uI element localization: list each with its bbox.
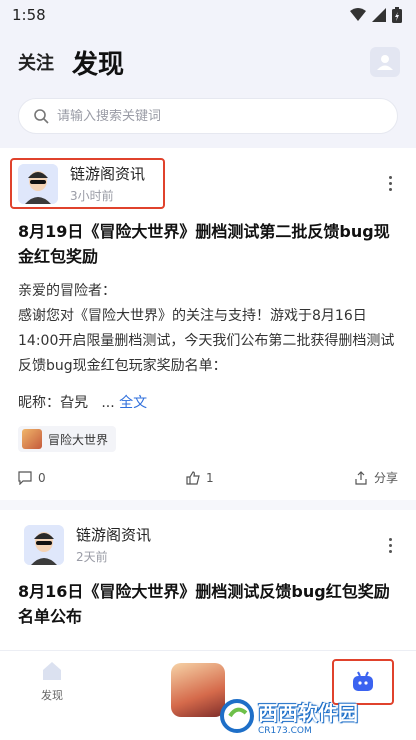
author-info[interactable]: 链游阁资讯 2天前	[18, 520, 157, 569]
user-icon	[377, 55, 393, 70]
nav-discover-label: 发现	[41, 689, 63, 702]
like-count: 1	[205, 470, 214, 485]
feed: 链游阁资讯 3小时前 8月19日《冒险大世界》删档测试第二批反馈bug现金红包奖…	[0, 148, 416, 643]
game-thumbnail	[22, 429, 42, 449]
ellipsis: ...	[101, 395, 115, 411]
game-cover-image	[171, 663, 225, 717]
nickname-value: 旮旯	[60, 395, 88, 411]
tab-follow[interactable]: 关注	[18, 49, 54, 75]
search-box[interactable]	[18, 98, 398, 134]
search-input[interactable]	[57, 108, 383, 124]
author-avatar[interactable]	[24, 524, 64, 565]
comment-button[interactable]: 0	[18, 471, 46, 485]
post-time: 2天前	[76, 550, 108, 564]
game-tag-label: 冒险大世界	[48, 432, 109, 447]
post-body-line: 感谢您对《冒险大世界》的关注与支持！游戏于8月16日14:00开启限量删档测试，…	[18, 308, 395, 374]
comment-icon	[18, 470, 32, 485]
fulltext-link[interactable]: 全文	[119, 395, 147, 411]
search-area	[0, 94, 416, 148]
wifi-icon	[350, 8, 366, 21]
author-info[interactable]: 链游阁资讯 3小时前	[10, 158, 166, 209]
watermark: 西西软件园 CR173.COM	[220, 696, 410, 736]
post-title[interactable]: 8月19日《冒险大世界》删档测试第二批反馈bug现金红包奖励	[18, 219, 398, 269]
author-meta: 链游阁资讯 2天前	[76, 524, 151, 565]
watermark-sub: CR173.COM	[258, 725, 312, 736]
share-label: 分享	[373, 471, 398, 485]
author-name[interactable]: 链游阁资讯	[76, 524, 151, 545]
status-time: 1:58	[12, 6, 46, 24]
share-icon	[355, 470, 367, 485]
post-card[interactable]: 链游阁资讯 3小时前 8月19日《冒险大世界》删档测试第二批反馈bug现金红包奖…	[0, 148, 416, 500]
top-header: 关注 发现	[0, 30, 416, 94]
author-row: 链游阁资讯 2天前	[18, 510, 398, 569]
status-icons	[350, 7, 402, 23]
more-options-button[interactable]	[382, 538, 398, 553]
robot-icon	[353, 671, 373, 691]
status-bar: 1:58	[0, 0, 416, 30]
nav-discover[interactable]: 发现	[40, 659, 64, 703]
author-row: 链游阁资讯 3小时前	[10, 148, 398, 209]
battery-icon	[392, 7, 402, 23]
share-button[interactable]: 分享	[354, 469, 398, 486]
post-body: 亲爱的冒险者： 感谢您对《冒险大世界》的关注与支持！游戏于8月16日14:00开…	[18, 279, 398, 379]
profile-button[interactable]	[370, 47, 400, 77]
game-tag[interactable]: 冒险大世界	[18, 426, 117, 452]
thumbs-up-icon	[186, 470, 200, 485]
post-actions: 0 1 分享	[18, 469, 398, 486]
more-options-button[interactable]	[382, 176, 398, 191]
author-meta: 链游阁资讯 3小时前	[70, 163, 145, 204]
post-card[interactable]: 链游阁资讯 2天前 8月16日《冒险大世界》删档测试反馈bug红包奖励名单公布	[0, 510, 416, 643]
home-icon	[43, 662, 61, 680]
post-title[interactable]: 8月16日《冒险大世界》删档测试反馈bug红包奖励名单公布	[18, 579, 398, 629]
watermark-text: 西西软件园	[258, 700, 358, 725]
post-time: 3小时前	[70, 189, 114, 203]
author-avatar[interactable]	[18, 163, 58, 204]
avatar-icon	[24, 524, 64, 565]
nav-game[interactable]	[171, 659, 225, 717]
like-button[interactable]: 1	[186, 471, 214, 485]
comment-count: 0	[38, 470, 46, 485]
author-name[interactable]: 链游阁资讯	[70, 163, 145, 184]
tab-discover[interactable]: 发现	[72, 44, 124, 81]
signal-icon	[372, 8, 386, 22]
watermark-logo	[220, 699, 254, 733]
avatar-icon	[18, 163, 58, 204]
nickname-label: 昵称：	[18, 395, 60, 411]
post-body-line: 亲爱的冒险者：	[18, 283, 116, 299]
nickname-row: 昵称：旮旯 ... 全文	[18, 391, 398, 416]
search-icon	[34, 109, 49, 124]
